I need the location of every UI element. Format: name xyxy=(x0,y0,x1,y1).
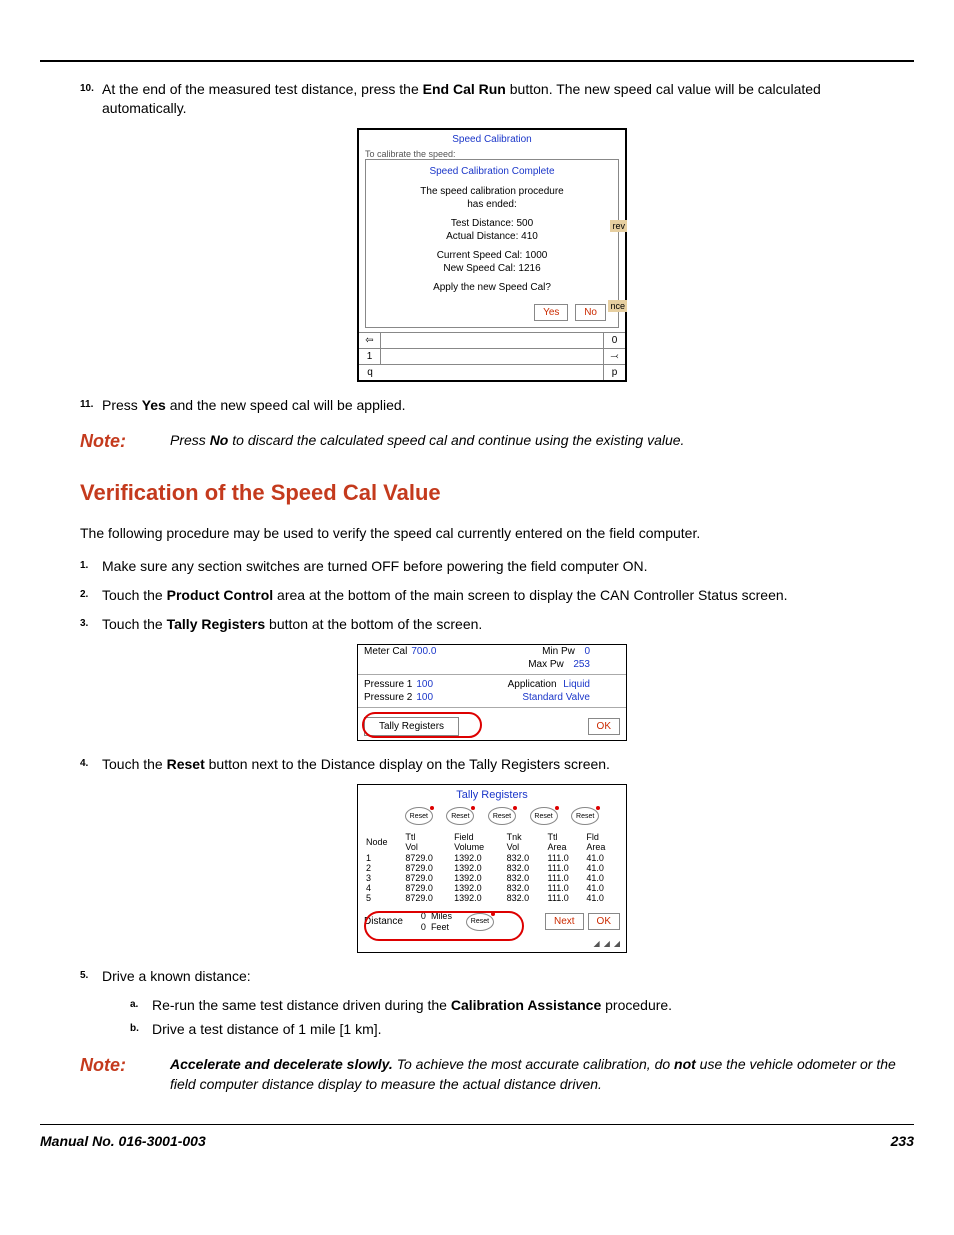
no-button[interactable]: No xyxy=(575,304,606,321)
verify-step-5b: b. Drive a test distance of 1 mile [1 km… xyxy=(130,1020,904,1039)
pressure-1-value: 100 xyxy=(416,679,433,690)
bottom-cell: 0 xyxy=(603,333,625,348)
reset-button[interactable]: Reset xyxy=(446,807,474,825)
right-arrow-icon[interactable]: ⤙ xyxy=(603,349,625,364)
reset-button[interactable]: Reset xyxy=(530,807,558,825)
step-10: 10. At the end of the measured test dist… xyxy=(80,80,904,118)
table-row: 28729.01392.0832.0111.041.0 xyxy=(364,863,620,873)
max-pw-value: 253 xyxy=(573,659,590,670)
dialog-line: Current Speed Cal: 1000 xyxy=(366,249,618,262)
dialog-line: The speed calibration procedure xyxy=(366,185,618,198)
side-label: rev xyxy=(610,220,627,232)
arrow-icon: ◢ xyxy=(594,939,600,948)
reset-button[interactable]: Reset xyxy=(466,913,494,931)
tally-registers-button[interactable]: Tally Registers xyxy=(364,717,459,736)
tally-registers-screenshot: Tally Registers Reset Reset Reset Reset … xyxy=(357,784,627,953)
table-row: 38729.01392.0832.0111.041.0 xyxy=(364,873,620,883)
dialog-header: Speed Calibration xyxy=(359,130,625,149)
verify-step-3: 3. Touch the Tally Registers button at t… xyxy=(80,615,904,634)
page-footer: Manual No. 016-3001-003 233 xyxy=(40,1124,914,1149)
speed-calibration-screenshot: Speed Calibration To calibrate the speed… xyxy=(357,128,627,382)
table-row: 18729.01392.0832.0111.041.0 xyxy=(364,853,620,863)
reset-button[interactable]: Reset xyxy=(488,807,516,825)
side-label: nce xyxy=(608,300,627,312)
note-label: Note: xyxy=(80,1053,170,1094)
step-11: 11. Press Yes and the new speed cal will… xyxy=(80,396,904,415)
verify-step-5a: a. Re-run the same test distance driven … xyxy=(130,996,904,1015)
bottom-cell: 1 xyxy=(359,349,381,364)
reset-button[interactable]: Reset xyxy=(405,807,433,825)
bottom-cell: q xyxy=(359,365,381,380)
application-value: Liquid xyxy=(563,679,590,690)
distance-values: 0 Miles 0 Feet xyxy=(421,911,452,933)
verify-step-2: 2. Touch the Product Control area at the… xyxy=(80,586,904,605)
ok-button[interactable]: OK xyxy=(588,913,620,930)
table-header: TnkVol xyxy=(505,831,546,853)
dialog-title: Speed Calibration Complete xyxy=(366,160,618,185)
left-arrow-icon[interactable]: ⇦ xyxy=(359,333,381,348)
tally-table: NodeTtlVolFieldVolumeTnkVolTtlAreaFldAre… xyxy=(364,831,620,903)
dialog-line: Actual Distance: 410 xyxy=(366,230,618,243)
max-pw-label: Max Pw xyxy=(528,659,564,670)
next-button[interactable]: Next xyxy=(545,913,584,930)
table-header: Node xyxy=(364,831,403,853)
manual-number: Manual No. 016-3001-003 xyxy=(40,1133,206,1149)
pressure-2-label: Pressure 2 xyxy=(364,692,412,703)
table-header: TtlArea xyxy=(546,831,585,853)
step-number: 10. xyxy=(80,80,102,118)
step-text: Press Yes and the new speed cal will be … xyxy=(102,396,904,415)
distance-label: Distance xyxy=(364,916,403,927)
bottom-bar: ⇦ 0 xyxy=(359,332,625,348)
dialog-line: Test Distance: 500 xyxy=(366,217,618,230)
table-header: FieldVolume xyxy=(452,831,505,853)
table-row: 48729.01392.0832.0111.041.0 xyxy=(364,883,620,893)
verify-step-5: 5. Drive a known distance: xyxy=(80,967,904,986)
table-header: FldArea xyxy=(584,831,620,853)
pressure-2-value: 100 xyxy=(416,692,433,703)
section-intro: The following procedure may be used to v… xyxy=(80,524,904,544)
dialog-line: New Speed Cal: 1216 xyxy=(366,262,618,275)
faint-text: To calibrate the speed: xyxy=(359,149,625,159)
meter-cal-value: 700.0 xyxy=(411,646,436,657)
arrows-row: ◢ ◢ ◢ xyxy=(358,939,626,952)
arrow-icon: ◢ xyxy=(614,939,620,948)
arrow-icon: ◢ xyxy=(604,939,610,948)
note: Note: Accelerate and decelerate slowly. … xyxy=(80,1053,904,1094)
controller-status-screenshot: Meter Cal 700.0 Min Pw 0 Max Pw 253 Pres… xyxy=(357,644,627,741)
step-text: At the end of the measured test distance… xyxy=(102,80,904,118)
ok-button[interactable]: OK xyxy=(588,718,620,735)
note: Note: Press No to discard the calculated… xyxy=(80,429,904,454)
bottom-cell: p xyxy=(603,365,625,380)
standard-valve-label: Standard Valve xyxy=(522,692,590,703)
meter-cal-label: Meter Cal xyxy=(364,646,407,657)
verify-step-1: 1. Make sure any section switches are tu… xyxy=(80,557,904,576)
note-body: Accelerate and decelerate slowly. To ach… xyxy=(170,1053,904,1094)
pressure-1-label: Pressure 1 xyxy=(364,679,412,690)
dialog-header: Tally Registers xyxy=(358,785,626,807)
note-label: Note: xyxy=(80,429,170,454)
section-title: Verification of the Speed Cal Value xyxy=(80,480,904,506)
table-header: TtlVol xyxy=(403,831,452,853)
dialog-line: has ended: xyxy=(366,198,618,211)
verify-step-4: 4. Touch the Reset button next to the Di… xyxy=(80,755,904,774)
min-pw-value: 0 xyxy=(584,646,590,657)
min-pw-label: Min Pw xyxy=(542,646,575,657)
dialog-line: Apply the new Speed Cal? xyxy=(366,281,618,294)
page-number: 233 xyxy=(891,1133,914,1149)
application-label: Application xyxy=(508,679,557,690)
note-body: Press No to discard the calculated speed… xyxy=(170,429,904,454)
reset-button[interactable]: Reset xyxy=(571,807,599,825)
yes-button[interactable]: Yes xyxy=(534,304,568,321)
table-row: 58729.01392.0832.0111.041.0 xyxy=(364,893,620,903)
step-number: 11. xyxy=(80,396,102,415)
